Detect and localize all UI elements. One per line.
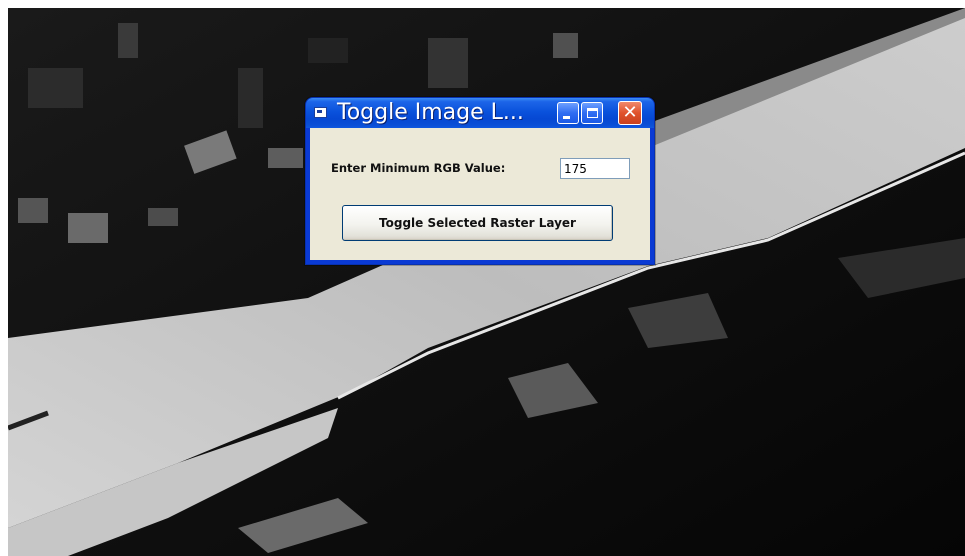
toggle-raster-layer-button[interactable]: Toggle Selected Raster Layer [342, 205, 613, 241]
map-raster-image [8, 8, 965, 556]
dialog-client-area: Enter Minimum RGB Value: Toggle Selected… [310, 128, 650, 260]
dialog-titlebar[interactable]: Toggle Image L... ✕ [306, 98, 654, 128]
toggle-image-layer-dialog: Toggle Image L... ✕ Enter Minimum RGB Va… [305, 97, 655, 265]
minimize-button[interactable] [557, 102, 579, 124]
min-rgb-input[interactable] [560, 158, 630, 179]
close-icon: ✕ [622, 102, 638, 123]
maximize-button[interactable] [581, 102, 603, 124]
maximize-icon [587, 108, 598, 118]
min-rgb-label: Enter Minimum RGB Value: [331, 161, 506, 175]
close-button[interactable]: ✕ [618, 101, 642, 125]
window-app-icon [314, 107, 327, 118]
dialog-title: Toggle Image L... [337, 100, 524, 125]
minimize-icon [563, 116, 570, 119]
